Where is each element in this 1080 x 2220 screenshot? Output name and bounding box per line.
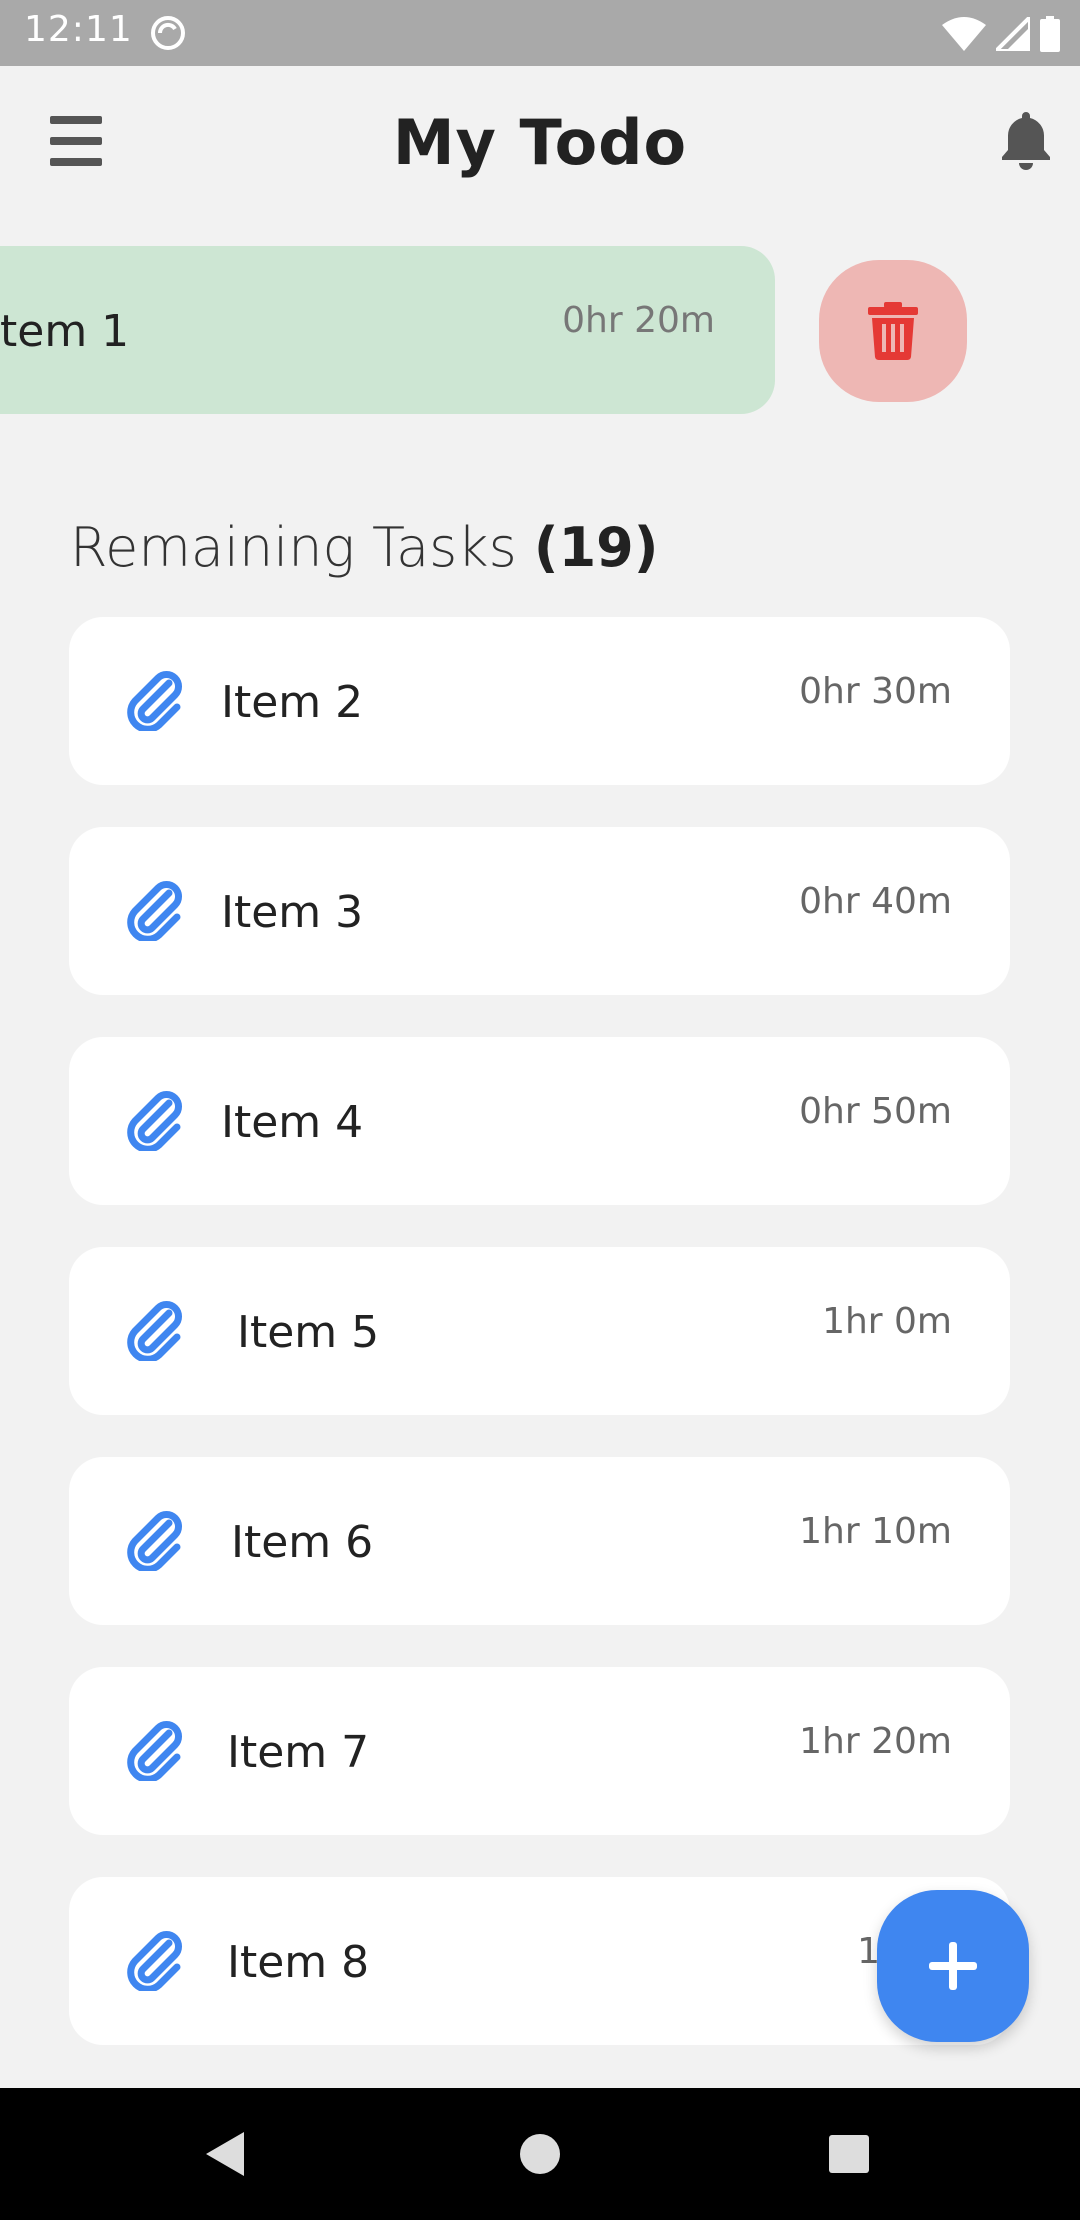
trash-icon [868, 302, 918, 360]
system-nav-bar [0, 2088, 1080, 2220]
task-card[interactable]: Item 5 1hr 0m [69, 1247, 1010, 1415]
paperclip-icon [127, 881, 182, 941]
status-icons [942, 14, 1060, 54]
task-card[interactable]: Item 8 1hr 3 [69, 1877, 1010, 2045]
sync-status-icon [151, 16, 185, 50]
bell-icon [1002, 112, 1050, 170]
paperclip-icon [127, 1091, 182, 1151]
paperclip-icon [127, 1511, 182, 1571]
task-label: Item 7 [227, 1727, 370, 1778]
task-label: Item 3 [221, 887, 364, 938]
remaining-tasks-count: (19) [533, 516, 659, 579]
paperclip-icon [127, 1721, 182, 1781]
task-list: Item 2 0hr 30m Item 3 0hr 40m Item 4 0hr… [69, 617, 1010, 2087]
signal-icon [996, 17, 1030, 51]
status-bar: 12:11 [0, 0, 1080, 66]
notifications-button[interactable] [998, 108, 1054, 170]
task-time: 1hr 0m [822, 1301, 952, 1342]
swiped-task-card[interactable]: tem 1 0hr 20m [0, 246, 775, 414]
swiped-task-row[interactable]: tem 1 0hr 20m [0, 246, 1080, 416]
remaining-tasks-label: Remaining Tasks [70, 516, 517, 579]
paperclip-icon [127, 1931, 182, 1991]
task-label: Item 4 [221, 1097, 364, 1148]
task-time: 1hr 20m [799, 1721, 952, 1762]
battery-icon [1040, 16, 1060, 52]
plus-icon [929, 1942, 977, 1990]
task-label: Item 6 [231, 1517, 374, 1568]
task-label: Item 5 [237, 1307, 380, 1358]
task-card[interactable]: Item 4 0hr 50m [69, 1037, 1010, 1205]
recent-apps-icon[interactable] [829, 2135, 869, 2173]
task-card[interactable]: Item 6 1hr 10m [69, 1457, 1010, 1625]
home-icon[interactable] [520, 2134, 560, 2174]
delete-task-button[interactable] [819, 260, 967, 402]
task-time: 0hr 20m [562, 300, 715, 341]
app-header: My Todo [0, 66, 1080, 226]
paperclip-icon [127, 1301, 182, 1361]
task-time: 0hr 50m [799, 1091, 952, 1132]
remaining-tasks-heading: Remaining Tasks (19) [70, 516, 658, 579]
page-title: My Todo [392, 106, 688, 179]
task-card[interactable]: Item 3 0hr 40m [69, 827, 1010, 995]
task-time: 1hr 10m [799, 1511, 952, 1552]
task-card[interactable]: Item 2 0hr 30m [69, 617, 1010, 785]
add-task-button[interactable] [877, 1890, 1029, 2042]
task-label: tem 1 [0, 306, 130, 357]
task-time: 0hr 30m [799, 671, 952, 712]
task-card[interactable]: Item 7 1hr 20m [69, 1667, 1010, 1835]
task-time: 0hr 40m [799, 881, 952, 922]
task-label: Item 2 [221, 677, 364, 728]
status-time: 12:11 [24, 9, 133, 50]
back-icon[interactable] [204, 2130, 246, 2178]
paperclip-icon [127, 671, 182, 731]
task-label: Item 8 [227, 1937, 370, 1988]
wifi-icon [942, 17, 986, 51]
